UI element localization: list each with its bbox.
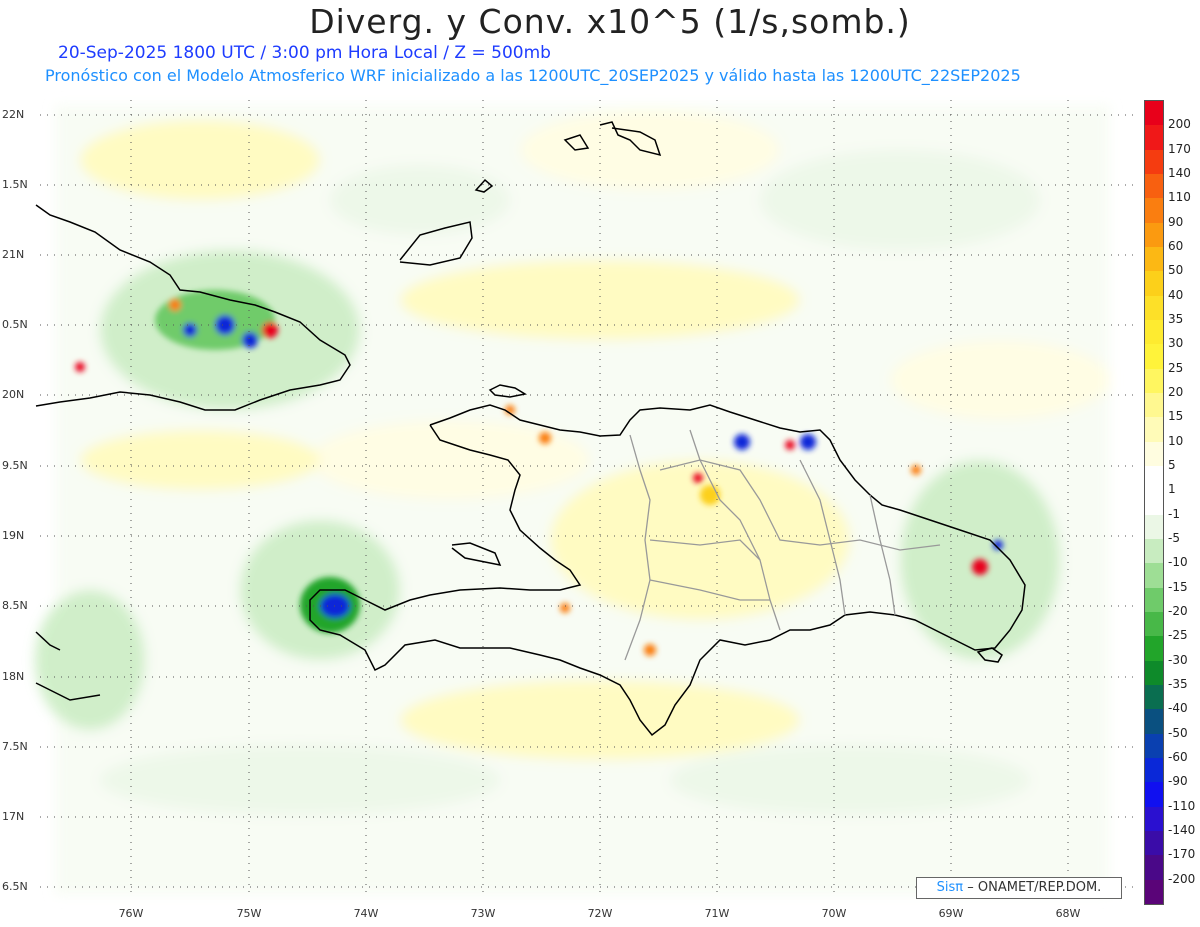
colorbar <box>1144 100 1164 905</box>
colorbar-label: -90 <box>1168 774 1188 789</box>
lon-label: 68W <box>1055 907 1081 920</box>
lat-label: 18N <box>2 670 25 683</box>
colorbar-segment <box>1145 782 1163 808</box>
lat-label: 1.5N <box>2 178 28 191</box>
colorbar-segment <box>1145 685 1163 710</box>
colorbar-segment <box>1145 587 1163 613</box>
lat-label: 21N <box>2 248 25 261</box>
sispi-logo: Sisπ <box>936 880 964 895</box>
colorbar-label: -35 <box>1168 677 1188 691</box>
colorbar-segment <box>1145 320 1163 345</box>
colorbar-segment <box>1145 806 1163 832</box>
colorbar-segment <box>1145 879 1163 905</box>
lon-label: 70W <box>821 907 847 920</box>
colorbar-segment <box>1145 295 1163 321</box>
colorbar-segment <box>1145 466 1163 491</box>
colorbar-label: 60 <box>1168 239 1184 253</box>
colorbar-label: -140 <box>1168 823 1196 837</box>
colorbar-label: 25 <box>1168 360 1184 375</box>
lat-label: 22N <box>2 108 25 121</box>
colorbar-label: 15 <box>1168 409 1184 424</box>
lon-label: 69W <box>938 907 964 920</box>
colorbar-segment <box>1145 709 1163 735</box>
colorbar-label: -1 <box>1168 506 1180 521</box>
colorbar-label: -200 <box>1168 871 1196 886</box>
lon-label: 75W <box>236 907 262 920</box>
lat-label: 6.5N <box>2 880 28 893</box>
lon-label: 74W <box>353 907 379 920</box>
colorbar-segment <box>1145 198 1163 224</box>
colorbar-label: 5 <box>1168 458 1176 472</box>
colorbar-label: -170 <box>1168 847 1196 862</box>
colorbar-segment <box>1145 368 1163 394</box>
lon-label: 72W <box>587 907 613 920</box>
colorbar-segment <box>1145 539 1163 564</box>
lat-label: 17N <box>2 810 25 823</box>
colorbar-label: 35 <box>1168 312 1184 326</box>
lat-label: 19N <box>2 529 25 542</box>
colorbar-segment <box>1145 612 1163 637</box>
lon-label: 71W <box>704 907 730 920</box>
colorbar-label: 90 <box>1168 214 1184 229</box>
lat-label: 8.5N <box>2 599 28 612</box>
colorbar-label: 170 <box>1168 141 1191 156</box>
colorbar-label: -10 <box>1168 555 1188 570</box>
colorbar-segment <box>1145 441 1163 467</box>
lat-label: 7.5N <box>2 740 28 753</box>
lat-label: 9.5N <box>2 459 28 472</box>
colorbar-segment <box>1145 758 1163 783</box>
colorbar-segment <box>1145 271 1163 297</box>
colorbar-label: -20 <box>1168 604 1188 618</box>
colorbar-label: 140 <box>1168 166 1191 180</box>
colorbar-label: -110 <box>1168 798 1196 813</box>
colorbar-label: 1 <box>1168 482 1176 497</box>
colorbar-label: -50 <box>1168 725 1188 740</box>
colorbar-label: -60 <box>1168 750 1188 764</box>
colorbar-segment <box>1145 636 1163 662</box>
colorbar-label: 50 <box>1168 263 1184 278</box>
colorbar-segment <box>1145 101 1163 126</box>
colorbar-segment <box>1145 733 1163 759</box>
colorbar-segment <box>1145 855 1163 881</box>
colorbar-segment <box>1145 344 1163 370</box>
colorbar-segment <box>1145 490 1163 516</box>
colorbar-label: -40 <box>1168 701 1188 716</box>
divergence-map <box>35 100 1135 898</box>
lon-label: 76W <box>118 907 144 920</box>
colorbar-segment <box>1145 831 1163 856</box>
colorbar-label: -15 <box>1168 579 1188 594</box>
colorbar-segment <box>1145 393 1163 418</box>
colorbar-label: 110 <box>1168 190 1191 205</box>
colorbar-label: 20 <box>1168 385 1184 399</box>
colorbar-label: -5 <box>1168 531 1180 545</box>
colorbar-label: 40 <box>1168 287 1184 302</box>
colorbar-label: 10 <box>1168 433 1184 448</box>
colorbar-segment <box>1145 149 1163 175</box>
colorbar-segment <box>1145 247 1163 272</box>
credit-text: – ONAMET/REP.DOM. <box>967 880 1102 895</box>
colorbar-segment <box>1145 417 1163 443</box>
colorbar-label: -25 <box>1168 628 1188 643</box>
colorbar-label: 200 <box>1168 117 1191 132</box>
lon-label: 73W <box>470 907 496 920</box>
lat-label: 0.5N <box>2 318 28 331</box>
colorbar-segment <box>1145 514 1163 540</box>
lat-label: 20N <box>2 388 25 401</box>
colorbar-label: -30 <box>1168 652 1188 667</box>
credit-box: Sisπ – ONAMET/REP.DOM. <box>916 877 1122 899</box>
colorbar-segment <box>1145 563 1163 589</box>
colorbar-segment <box>1145 660 1163 686</box>
colorbar-segment <box>1145 222 1163 248</box>
colorbar-segment <box>1145 174 1163 199</box>
colorbar-label: 30 <box>1168 336 1184 351</box>
colorbar-segment <box>1145 125 1163 151</box>
shading-field <box>35 105 1110 895</box>
